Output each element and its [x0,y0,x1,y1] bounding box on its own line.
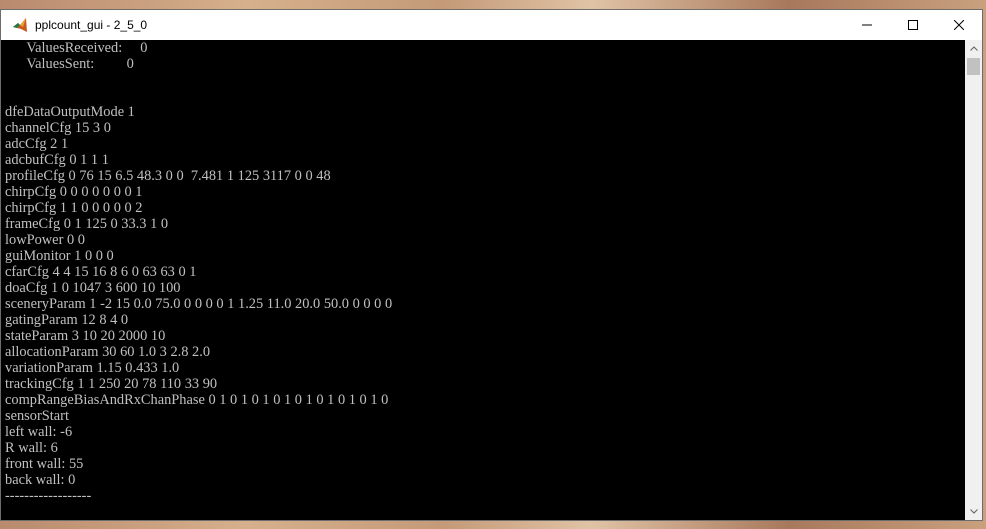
console-line: ValuesSent: 0 [5,56,134,72]
console-line: sensorStart [5,408,69,424]
console-line: doaCfg 1 0 1047 3 600 10 100 [5,280,181,296]
scroll-up-button[interactable] [965,40,982,57]
scroll-down-button[interactable] [965,503,982,520]
minimize-button[interactable] [844,10,890,40]
console-line: R wall: 6 [5,440,58,456]
console-line: left wall: -6 [5,424,73,440]
console-line: front wall: 55 [5,456,84,472]
console-line: ValuesReceived: 0 [5,40,148,56]
window-title: pplcount_gui - 2_5_0 [35,18,148,32]
maximize-button[interactable] [890,10,936,40]
console-line: cfarCfg 4 4 15 16 8 6 0 63 63 0 1 [5,264,197,280]
console-line: sceneryParam 1 -2 15 0.0 75.0 0 0 0 0 1 … [5,296,393,312]
title-bar[interactable]: pplcount_gui - 2_5_0 [1,10,982,40]
close-icon [954,20,964,30]
console-line: channelCfg 15 3 0 [5,120,111,136]
console-line: guiMonitor 1 0 0 0 [5,248,114,264]
console-line: back wall: 0 [5,472,76,488]
console-line: profileCfg 0 76 15 6.5 48.3 0 0 7.481 1 … [5,168,331,184]
console-line: dfeDataOutputMode 1 [5,104,135,120]
chevron-down-icon [969,509,978,514]
console-line: allocationParam 30 60 1.0 3 2.8 2.0 [5,344,211,360]
close-button[interactable] [936,10,982,40]
vertical-scrollbar[interactable] [965,40,982,520]
matlab-icon [13,18,27,32]
console-line: chirpCfg 1 1 0 0 0 0 0 2 [5,200,143,216]
console-line: frameCfg 0 1 125 0 33.3 1 0 [5,216,169,232]
console-line: trackingCfg 1 1 250 20 78 110 33 90 [5,376,218,392]
console-line: compRangeBiasAndRxChanPhase 0 1 0 1 0 1 … [5,392,389,408]
console-line: lowPower 0 0 [5,232,85,248]
console-line: stateParam 3 10 20 2000 10 [5,328,166,344]
minimize-icon [862,24,872,26]
console-output[interactable]: ValuesReceived: 0 ValuesSent: 0 dfeDataO… [1,40,965,520]
chevron-up-icon [969,46,978,51]
console-line: adcbufCfg 0 1 1 1 [5,152,109,168]
console-line: gatingParam 12 8 4 0 [5,312,129,328]
console-line: variationParam 1.15 0.433 1.0 [5,360,180,376]
console-line: adcCfg 2 1 [5,136,69,152]
scrollbar-thumb[interactable] [967,58,980,75]
console-line: chirpCfg 0 0 0 0 0 0 0 1 [5,184,143,200]
maximize-icon [908,20,918,30]
console-window: pplcount_gui - 2_5_0 ValuesReceived: 0 V… [0,9,983,521]
console-line: ------------------ [5,488,92,504]
